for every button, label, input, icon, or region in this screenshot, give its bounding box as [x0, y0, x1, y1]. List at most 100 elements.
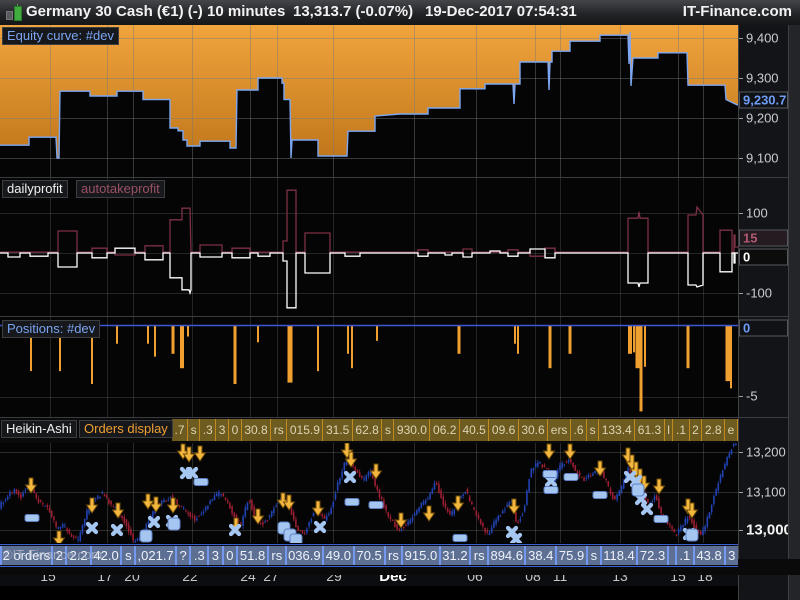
order-strip-cell: 30.6	[518, 419, 548, 441]
cross-marker	[343, 470, 357, 484]
order-strip-cell: l	[664, 419, 673, 441]
axis-tick-mark	[739, 158, 743, 159]
axis-tick-label: -100	[746, 285, 773, 301]
order-strip-cell: 2.8	[702, 419, 725, 441]
position-bar	[154, 325, 156, 357]
order-strip-cell: 3	[216, 419, 229, 441]
axis-tick-label: 13,200	[746, 444, 786, 460]
positions-chart[interactable]	[0, 317, 738, 418]
dash-marker	[543, 486, 559, 494]
axis-tick-label: 9,300	[746, 70, 779, 86]
order-strip-cell: 62.8	[352, 419, 382, 441]
order-cell: 894.6	[487, 546, 525, 565]
position-bar	[686, 325, 690, 369]
candlestick-icon	[5, 4, 23, 21]
position-bar	[351, 325, 353, 369]
position-bar	[730, 325, 732, 389]
axis-tick-mark	[739, 118, 743, 119]
axis-tick-label: 13,100	[746, 484, 786, 500]
position-bar	[457, 325, 461, 354]
square-marker	[289, 533, 303, 543]
order-cell: rs	[469, 546, 488, 565]
order-strip-cell: .6	[570, 419, 587, 441]
chart-plot-area[interactable]: .7 s .3 3 0 30.8 rs 015.9 31.5 62.8 s 930.0 06.2 40.5…	[0, 25, 739, 600]
order-strip-cell: .3	[200, 419, 216, 441]
order-cell: 70.5	[352, 546, 384, 565]
current-value-badge: 0	[739, 248, 788, 266]
order-cell: .1	[674, 546, 693, 565]
orders-display-label[interactable]: Orders display	[79, 420, 173, 438]
order-cell: 31.2	[438, 546, 470, 565]
position-bar	[171, 325, 175, 354]
order-cell: 72.3	[636, 546, 667, 565]
cross-marker	[110, 523, 124, 537]
order-cell: rs	[383, 546, 402, 565]
cross-marker	[544, 474, 558, 488]
dailyprofit-label[interactable]: dailyprofit	[2, 180, 68, 198]
instrument-name: Germany 30 Cash (€1) (-)	[26, 3, 203, 20]
autotakeprofit-label[interactable]: autotakeprofit	[76, 180, 165, 198]
watermark: ©IT-Finance.com	[3, 547, 103, 562]
position-bar	[548, 325, 552, 369]
axis-tick-label: 9,100	[746, 150, 779, 166]
cross-marker	[228, 523, 242, 537]
position-bar	[568, 325, 572, 354]
dash-marker	[452, 534, 468, 542]
axis-tick-label: 9,400	[746, 30, 779, 46]
axis-tick-mark	[739, 78, 743, 79]
order-strip-cell: 09.6	[489, 419, 518, 441]
axis-tick-mark	[739, 452, 743, 453]
heikin-ashi-chart[interactable]	[0, 443, 738, 543]
order-cell: 118.4	[599, 546, 637, 565]
order-strip-cell: s	[188, 419, 200, 441]
order-cell: s	[585, 546, 600, 565]
order-strip-cell: 06.2	[430, 419, 459, 441]
order-strip-cell: s	[382, 419, 394, 441]
heikin-ashi-label[interactable]: Heikin-Ashi	[1, 420, 77, 438]
order-cell: 43.8	[692, 546, 724, 565]
order-strip-cell: e	[725, 419, 737, 441]
panel-separator	[0, 316, 788, 317]
order-strip-cell: 61.3	[635, 419, 664, 441]
order-cell: 75.9	[555, 546, 586, 565]
position-bar	[347, 325, 349, 354]
current-value-badge: 9,230.7	[739, 91, 788, 109]
order-strip-cell: 015.9	[287, 419, 323, 441]
position-bar	[116, 325, 118, 344]
square-marker	[685, 528, 699, 542]
order-strip-cell: 40.5	[459, 419, 489, 441]
order-strip-cells: .7 s .3 3 0 30.8 rs 015.9 31.5 62.8 s 930.0 06.2 40.5…	[172, 419, 738, 441]
orders-row: 2 orders 2 2.2 42.0 s ,021.7? .3 3 0 51.8 rs 036.9 4…	[0, 544, 739, 567]
order-cell: 38.4	[524, 546, 556, 565]
dash-marker	[24, 514, 40, 522]
panel-separator	[0, 417, 788, 418]
dash-marker	[344, 498, 360, 506]
position-bar	[514, 325, 516, 344]
cross-marker	[185, 466, 199, 480]
cross-marker	[313, 520, 327, 534]
axis-tick-label: -5	[746, 388, 758, 404]
position-bar	[376, 325, 378, 341]
order-cell: 3	[207, 546, 222, 565]
order-cell: 3	[723, 546, 739, 565]
position-bar	[633, 325, 635, 353]
axis-tick-mark	[739, 38, 743, 39]
equity-panel-label[interactable]: Equity curve: #dev	[2, 27, 119, 45]
order-cell: .3	[189, 546, 208, 565]
panel-separator	[0, 177, 788, 178]
axis-tick-mark	[739, 293, 743, 294]
order-cell: rs	[266, 546, 285, 565]
order-cell	[666, 546, 675, 565]
dailyprofit-chart[interactable]	[0, 178, 738, 317]
position-bar	[317, 325, 319, 372]
equity-curve-chart[interactable]	[0, 25, 738, 178]
order-strip-cell: .1	[673, 419, 689, 441]
right-scrollbar[interactable]	[788, 25, 800, 600]
timeframe-label: 10 minutes	[207, 3, 286, 20]
axis-tick-label: 13,000	[746, 521, 792, 539]
positions-panel-label[interactable]: Positions: #dev	[2, 320, 101, 338]
order-strip-cell: 30.8	[241, 419, 271, 441]
order-strip-cell: rs	[271, 419, 287, 441]
price-axis-column[interactable]: 9,400 9,300 9,200 9,100 100 -100 -5 13,200 13,10…	[738, 25, 792, 600]
order-cell: 0	[221, 546, 237, 565]
